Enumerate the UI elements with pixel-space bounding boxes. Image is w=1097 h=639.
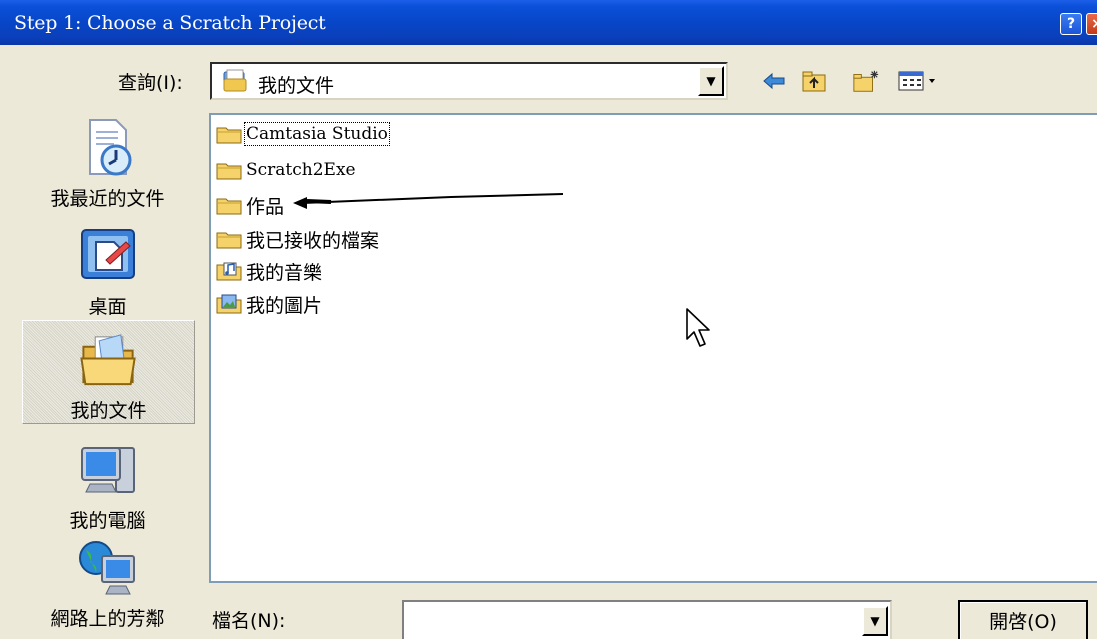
back-icon bbox=[763, 72, 785, 90]
close-button[interactable]: × bbox=[1086, 13, 1097, 35]
folder-icon bbox=[216, 127, 242, 144]
music-folder-icon bbox=[216, 262, 242, 281]
help-icon: ? bbox=[1066, 16, 1076, 32]
file-list[interactable]: Camtasia Studio Scratch2Exe 作品 我已接收的檔案 我… bbox=[209, 113, 1097, 583]
list-item[interactable]: 我的圖片 bbox=[215, 289, 322, 319]
folder-icon bbox=[216, 163, 242, 180]
file-name-label: 檔名(N): bbox=[212, 610, 286, 632]
place-network-places[interactable]: 網路上的芳鄰 bbox=[20, 528, 195, 632]
arrow-annotation-icon bbox=[293, 193, 564, 209]
recent-documents-icon bbox=[88, 119, 131, 176]
list-item[interactable]: 作品 bbox=[215, 190, 284, 220]
up-folder-icon bbox=[802, 71, 826, 92]
list-item[interactable]: Scratch2Exe bbox=[215, 155, 356, 185]
place-desktop[interactable]: 桌面 bbox=[20, 216, 195, 320]
file-name: Camtasia Studio bbox=[244, 122, 390, 146]
window-title: Step 1: Choose a Scratch Project bbox=[14, 12, 326, 34]
desktop-icon bbox=[80, 229, 135, 279]
back-button[interactable] bbox=[760, 68, 788, 94]
open-button-label: 開啓(O) bbox=[989, 611, 1057, 633]
file-name-input[interactable]: ▼ bbox=[402, 600, 892, 639]
list-item[interactable]: 我的音樂 bbox=[215, 256, 322, 286]
my-documents-small-icon bbox=[223, 69, 247, 92]
place-label: 我最近的文件 bbox=[50, 188, 165, 210]
file-name-dropdown-button[interactable]: ▼ bbox=[862, 606, 888, 636]
help-button[interactable]: ? bbox=[1060, 13, 1082, 35]
file-name: 作品 bbox=[246, 195, 285, 218]
view-menu-button[interactable] bbox=[896, 68, 946, 94]
up-folder-button[interactable] bbox=[800, 68, 828, 94]
folder-icon bbox=[216, 198, 242, 215]
look-in-value: 我的文件 bbox=[258, 75, 335, 97]
close-icon: × bbox=[1091, 16, 1097, 32]
folder-icon bbox=[216, 232, 242, 249]
pictures-folder-icon bbox=[216, 294, 242, 314]
look-in-dropdown-button[interactable]: ▼ bbox=[698, 66, 724, 96]
new-folder-icon bbox=[853, 70, 879, 92]
chevron-down-icon: ▼ bbox=[870, 614, 880, 628]
my-computer-icon bbox=[80, 447, 135, 493]
file-name: Scratch2Exe bbox=[246, 160, 356, 180]
file-name: 我的圖片 bbox=[246, 294, 323, 317]
network-places-icon bbox=[78, 541, 135, 595]
open-button[interactable]: 開啓(O) bbox=[958, 600, 1088, 639]
new-folder-button[interactable] bbox=[852, 68, 880, 94]
title-bar: Step 1: Choose a Scratch Project ? × bbox=[0, 0, 1097, 45]
file-name: 我已接收的檔案 bbox=[246, 229, 380, 252]
place-recent-documents[interactable]: 我最近的文件 bbox=[20, 108, 195, 212]
chevron-down-icon: ▼ bbox=[706, 74, 716, 88]
places-bar: 我最近的文件 桌面 我的文件 我的電腦 網路上的芳鄰 bbox=[0, 108, 200, 639]
place-label: 網路上的芳鄰 bbox=[50, 608, 165, 630]
list-item[interactable]: Camtasia Studio bbox=[215, 119, 390, 149]
mouse-cursor-icon bbox=[686, 308, 710, 347]
place-my-computer[interactable]: 我的電腦 bbox=[20, 430, 195, 534]
place-label: 桌面 bbox=[88, 296, 127, 318]
file-name: 我的音樂 bbox=[246, 261, 323, 284]
place-label: 我的文件 bbox=[70, 400, 147, 422]
look-in-label: 查詢(I): bbox=[118, 72, 183, 94]
my-documents-icon bbox=[79, 334, 136, 386]
place-my-documents[interactable]: 我的文件 bbox=[22, 320, 195, 424]
look-in-dropdown[interactable]: 我的文件 ▼ bbox=[210, 62, 728, 100]
view-menu-icon bbox=[898, 71, 935, 91]
list-item[interactable]: 我已接收的檔案 bbox=[215, 224, 379, 254]
